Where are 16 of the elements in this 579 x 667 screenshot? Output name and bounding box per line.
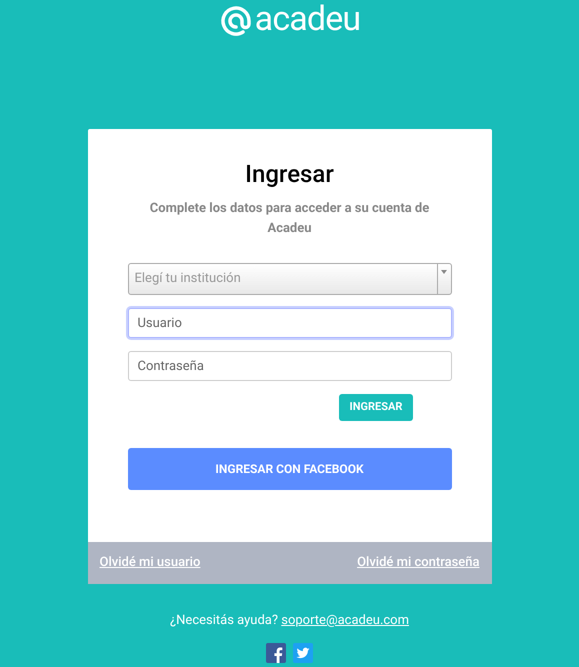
submit-button[interactable]: INGRESAR	[338, 394, 414, 421]
card-title: Ingresar	[245, 159, 334, 189]
facebook-icon[interactable]	[266, 642, 286, 662]
logo-text: acadeu	[254, 2, 360, 40]
footer-link[interactable]: Olvidé mi usuario	[100, 553, 200, 573]
facebook-button[interactable]: INGRESAR CON FACEBOOK	[128, 448, 452, 490]
footer-link[interactable]: Olvidé mi contraseña	[357, 553, 480, 573]
at-sign-logo-icon	[218, 4, 253, 38]
caret-icon	[441, 270, 447, 274]
input-field[interactable]: Contraseña	[128, 351, 452, 381]
email-link[interactable]: soporte@acadeu.com	[281, 613, 409, 628]
card-subtitle: Complete los datos para acceder a su cuenta de Acadeu	[148, 200, 430, 238]
input-field[interactable]: Usuario	[128, 308, 452, 338]
help-text: ¿Necesitás ayuda? soporte@acadeu.com	[170, 612, 409, 630]
twitter-icon[interactable]	[293, 642, 313, 662]
institution-select[interactable]: Elegí tu institución	[128, 263, 452, 295]
